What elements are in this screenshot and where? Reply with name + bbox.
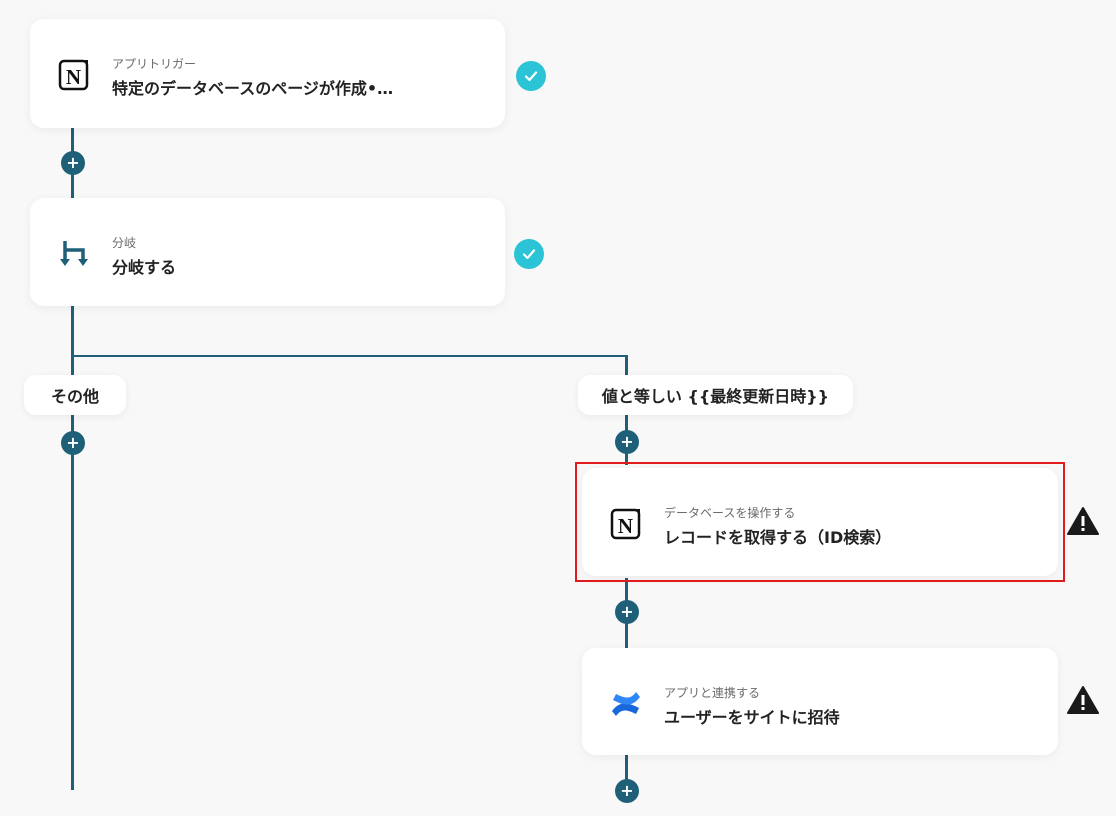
app-warning-icon <box>1067 685 1099 715</box>
add-step-button-right-1[interactable]: + <box>615 430 639 454</box>
app-step-subtitle: アプリと連携する <box>664 686 761 700</box>
confluence-icon <box>608 686 644 722</box>
add-step-button-right-2[interactable]: + <box>615 600 639 624</box>
trigger-step-card[interactable]: N アプリトリガー 特定のデータベースのページが作成•… <box>30 19 505 128</box>
app-step-title: ユーザーをサイトに招待 <box>664 708 840 727</box>
branch-step-subtitle: 分岐 <box>112 236 137 250</box>
add-step-button-right-3[interactable]: + <box>615 779 639 803</box>
selection-highlight-frame <box>575 462 1065 582</box>
notion-icon: N <box>56 57 92 93</box>
add-step-button-1[interactable]: + <box>61 151 85 175</box>
branch-label-other[interactable]: その他 <box>24 375 126 415</box>
connector-branch-horizontal <box>71 355 628 357</box>
app-step-card[interactable]: アプリと連携する ユーザーをサイトに招待 <box>582 648 1058 755</box>
branch-label-condition[interactable]: 値と等しい {{最終更新日時}} <box>578 375 853 415</box>
branch-check-icon <box>514 239 544 269</box>
db-warning-icon <box>1067 506 1099 536</box>
branch-step-title: 分岐する <box>112 258 177 277</box>
trigger-step-subtitle: アプリトリガー <box>112 57 197 71</box>
trigger-check-icon <box>516 61 546 91</box>
add-step-button-left[interactable]: + <box>61 431 85 455</box>
branch-step-card[interactable]: 分岐 分岐する <box>30 198 505 306</box>
svg-text:N: N <box>66 65 81 89</box>
branch-icon <box>56 236 92 272</box>
trigger-step-title: 特定のデータベースのページが作成•… <box>112 79 394 98</box>
